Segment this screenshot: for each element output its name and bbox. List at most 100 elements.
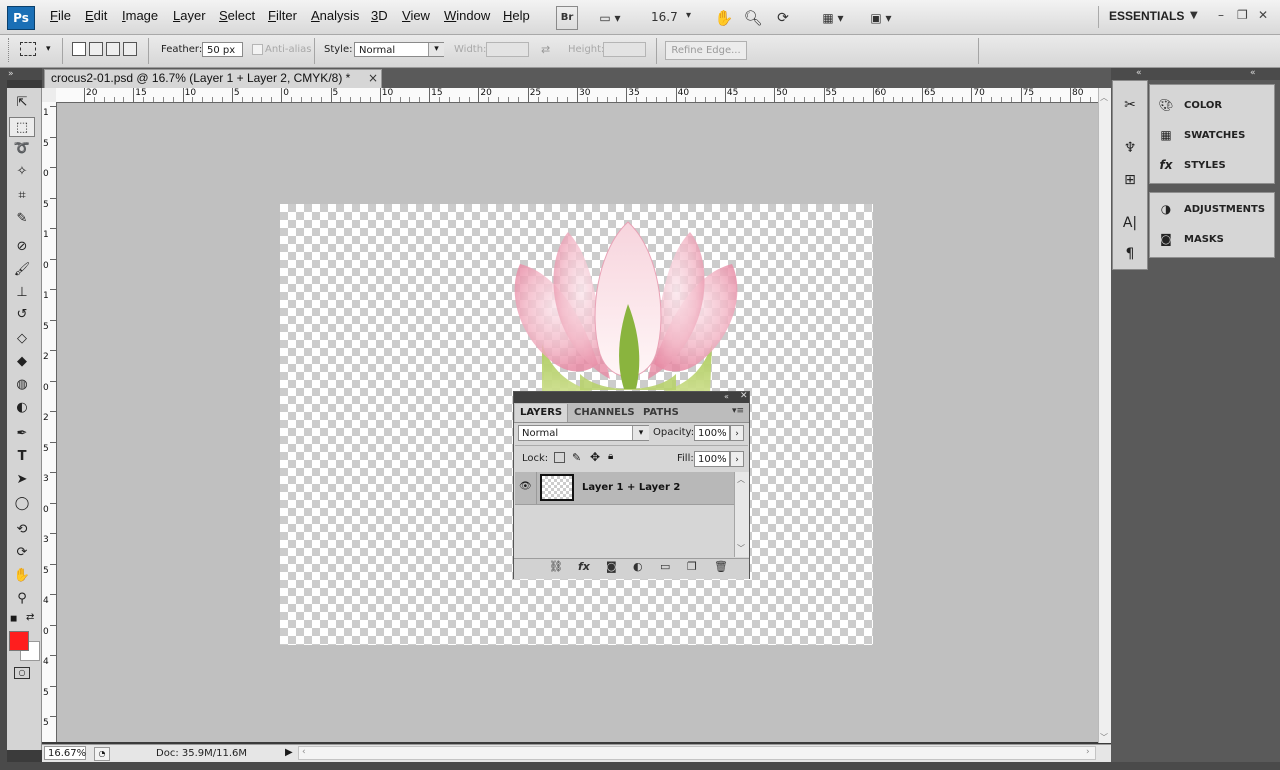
style-chevron-icon[interactable]: ▾	[428, 43, 444, 56]
clone-stamp-tool-icon[interactable]: ⊥	[9, 283, 35, 303]
panel-adjustments[interactable]: ADJUSTMENTS	[1184, 204, 1265, 215]
history-brush-tool-icon[interactable]: ↺	[9, 305, 35, 325]
collapse-panels-icon[interactable]: «	[1250, 68, 1256, 78]
clone-source-icon[interactable]: ⊞	[1120, 170, 1140, 190]
menu-layer[interactable]: Layer	[173, 8, 206, 23]
paint-bucket-tool-icon[interactable]: ◆	[9, 352, 35, 372]
quick-mask-icon[interactable]: ○	[14, 667, 30, 679]
expand-toolbar-icon[interactable]: »	[8, 69, 14, 79]
close-document-icon[interactable]: ×	[368, 71, 378, 85]
new-layer-icon[interactable]: ❐	[687, 560, 697, 573]
refine-edge-button[interactable]: Refine Edge...	[665, 41, 747, 60]
crop-tool-icon[interactable]: ⌗	[9, 186, 35, 206]
foreground-color-swatch[interactable]	[9, 631, 29, 651]
width-input[interactable]	[486, 42, 529, 57]
workspace-chevron-icon[interactable]: ▼	[1190, 10, 1198, 21]
menu-window[interactable]: Window	[444, 8, 490, 23]
arrange-documents-icon[interactable]: ▦ ▾	[814, 6, 852, 30]
hand-tool-icon[interactable]: ✋	[712, 6, 736, 30]
scroll-left-icon[interactable]: ‹	[302, 747, 306, 757]
layers-scroll-down-icon[interactable]: ﹀	[737, 543, 745, 554]
height-input[interactable]	[603, 42, 646, 57]
path-selection-tool-icon[interactable]: ➤	[9, 470, 35, 490]
move-tool-icon[interactable]: ⇱	[9, 93, 35, 113]
screen-mode-icon[interactable]: ▣ ▾	[862, 6, 900, 30]
zoom-tool-icon[interactable]: ⚲	[9, 589, 35, 609]
new-selection-icon[interactable]	[72, 42, 86, 56]
3d-orbit-tool-icon[interactable]: ⟳	[9, 543, 35, 563]
restore-icon[interactable]: ❐	[1237, 8, 1248, 22]
swap-colors-icon[interactable]: ⇄	[26, 612, 34, 623]
layer-name[interactable]: Layer 1 + Layer 2	[582, 482, 680, 493]
scroll-down-icon[interactable]: ﹀	[1100, 732, 1108, 743]
rotate-view-icon[interactable]: ⟳	[771, 6, 795, 30]
zoom-level[interactable]: 16.7	[651, 10, 678, 24]
collapse-iconstrip-icon[interactable]: «	[1136, 68, 1142, 78]
layers-scroll-up-icon[interactable]: ︿	[737, 474, 745, 485]
default-colors-icon[interactable]: ◼	[10, 614, 17, 624]
menu-filter[interactable]: Filter	[268, 8, 297, 23]
menu-analysis[interactable]: Analysis	[311, 8, 359, 23]
fill-arrow-icon[interactable]: ›	[730, 451, 744, 467]
eyedropper-tool-icon[interactable]: ✎	[9, 209, 35, 229]
eraser-tool-icon[interactable]: ◇	[9, 329, 35, 349]
dodge-tool-icon[interactable]: ◐	[9, 398, 35, 418]
status-info-icon[interactable]: ◔	[94, 747, 110, 761]
lock-transparency-icon[interactable]	[554, 452, 565, 463]
horizontal-scrollbar[interactable]	[298, 746, 1096, 760]
brush-tool-icon[interactable]: 🖌︎	[9, 260, 35, 280]
visibility-eye-icon[interactable]: 👁︎	[519, 481, 532, 492]
scroll-up-icon[interactable]: ︿	[1100, 92, 1108, 103]
masks-icon[interactable]: ◙	[1157, 231, 1175, 247]
tab-channels[interactable]: CHANNELS	[569, 404, 640, 422]
panel-masks[interactable]: MASKS	[1184, 234, 1224, 245]
vertical-scrollbar[interactable]	[1098, 88, 1112, 743]
pen-tool-icon[interactable]: ✒	[9, 424, 35, 444]
status-menu-arrow-icon[interactable]: ▶	[285, 747, 293, 758]
layer-style-icon[interactable]: fx	[578, 560, 590, 573]
bridge-button[interactable]: Br	[556, 6, 578, 30]
fill-input[interactable]: 100%	[694, 451, 730, 467]
opacity-arrow-icon[interactable]: ›	[730, 425, 744, 441]
brush-presets-icon[interactable]: ♆	[1120, 138, 1140, 158]
magic-wand-tool-icon[interactable]: ✧	[9, 162, 35, 182]
character-icon[interactable]: A|	[1120, 213, 1140, 233]
swap-dimensions-icon[interactable]: ⇄	[541, 43, 550, 56]
intersect-selection-icon[interactable]	[123, 42, 137, 56]
lasso-tool-icon[interactable]: ➰	[9, 139, 35, 159]
lock-all-icon[interactable]: 🔒︎	[608, 451, 613, 462]
antialias-checkbox[interactable]	[252, 44, 263, 55]
feather-input[interactable]: 50 px	[202, 42, 243, 57]
blur-tool-icon[interactable]: ◍	[9, 375, 35, 395]
menu-select[interactable]: Select	[219, 8, 255, 23]
paragraph-icon[interactable]: ¶	[1120, 244, 1140, 264]
adjustment-layer-icon[interactable]: ◐	[633, 560, 643, 573]
color-palette-icon[interactable]: 🎨︎	[1157, 97, 1175, 113]
close-panel-icon[interactable]: ✕	[740, 391, 748, 401]
tools-presets-icon[interactable]: ✂	[1120, 95, 1140, 115]
mini-bridge-icon[interactable]: ▭ ▾	[592, 6, 628, 30]
link-layers-icon[interactable]: ⛓	[549, 560, 563, 573]
layers-panel-titlebar[interactable]	[514, 392, 749, 403]
menu-image[interactable]: Image	[122, 8, 158, 23]
blend-mode-select[interactable]: Normal	[518, 425, 649, 441]
lock-position-icon[interactable]: ✥	[590, 450, 600, 464]
scroll-right-icon[interactable]: ›	[1086, 747, 1090, 757]
menu-view[interactable]: View	[402, 8, 430, 23]
panel-swatches[interactable]: SWATCHES	[1184, 130, 1245, 141]
healing-brush-tool-icon[interactable]: ⊘	[9, 237, 35, 257]
ruler-origin[interactable]	[42, 88, 57, 103]
workspace-switcher[interactable]: ESSENTIALS	[1109, 9, 1184, 23]
3d-rotate-tool-icon[interactable]: ⟲	[9, 520, 35, 540]
styles-fx-icon[interactable]: fx	[1157, 157, 1175, 173]
zoom-tool-icon[interactable]: 🔍︎	[741, 6, 765, 30]
tab-paths[interactable]: PATHS	[638, 404, 684, 422]
hand-tool-icon[interactable]: ✋	[9, 566, 35, 586]
subtract-from-selection-icon[interactable]	[106, 42, 120, 56]
minimize-icon[interactable]: –	[1218, 8, 1224, 22]
delete-layer-icon[interactable]: 🗑︎	[714, 560, 728, 573]
tab-layers[interactable]: LAYERS	[515, 404, 569, 422]
menu-help[interactable]: Help	[503, 8, 530, 23]
add-mask-icon[interactable]: ◙	[606, 560, 617, 573]
type-tool-icon[interactable]: T	[9, 447, 35, 467]
